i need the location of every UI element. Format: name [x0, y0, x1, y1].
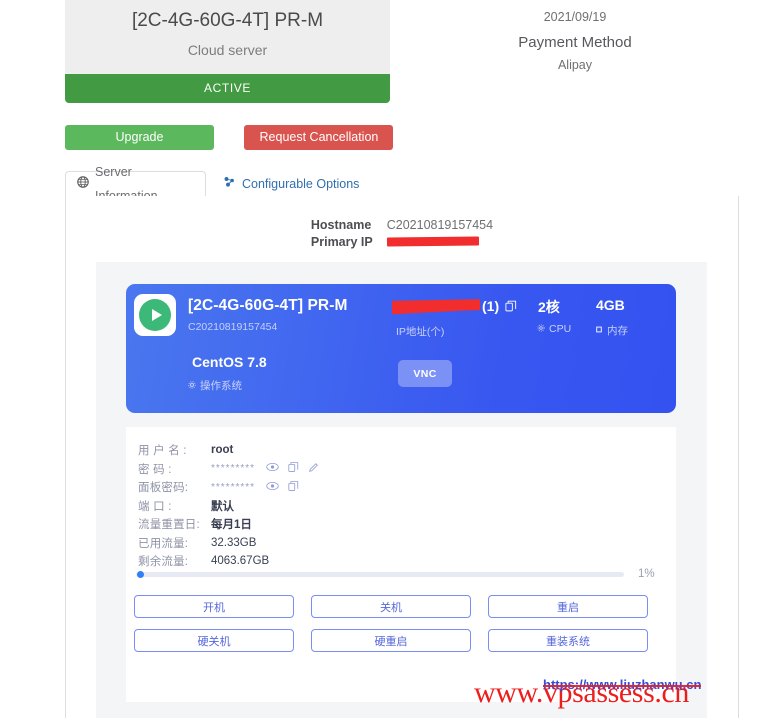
- traffic-progress-percent: 1%: [638, 568, 655, 580]
- tab-server-information[interactable]: Server Information: [65, 165, 206, 203]
- copy-icon[interactable]: [288, 461, 299, 476]
- reinstall-system-button[interactable]: 重装系统: [488, 629, 648, 652]
- tab-configurable-options-label: Configurable Options: [242, 177, 360, 191]
- server-card-memory-label-row: 内存: [595, 323, 628, 338]
- server-details-list: 用 户 名 : root 密 码 : ********* 面板密码: *****…: [138, 441, 319, 571]
- copy-ip-icon[interactable]: [505, 299, 517, 317]
- force-shutdown-button[interactable]: 硬关机: [134, 629, 294, 652]
- detail-panel-password-actions: [255, 480, 299, 495]
- eye-icon[interactable]: [266, 481, 279, 494]
- tab-bar: Server Information Configurable Options: [65, 165, 739, 203]
- detail-value-traffic-remaining: 4063.67GB: [211, 555, 270, 568]
- detail-value-panel-password: *********: [211, 481, 256, 493]
- product-type: Cloud server: [187, 42, 268, 58]
- server-card-cpu-label-row: CPU: [537, 323, 571, 335]
- detail-password-actions: [255, 461, 319, 476]
- service-detail-page: [2C-4G-60G-4T] PR-M Cloud server ACTIVE …: [0, 0, 780, 718]
- detail-label-username: 用 户 名 :: [138, 445, 187, 458]
- server-card-memory-value: 4GB: [596, 297, 625, 313]
- host-info-row-primary-ip: Primary IP: [311, 234, 493, 251]
- server-power-status: [134, 294, 176, 336]
- detail-row-traffic-reset-day: 流量重置日: 每月1日: [138, 515, 319, 534]
- detail-row-traffic-used: 已用流量: 32.33GB: [138, 534, 319, 553]
- power-on-button[interactable]: 开机: [134, 595, 294, 618]
- cpu-icon: [537, 323, 545, 335]
- server-card-os-label: 操作系统: [200, 380, 242, 392]
- memory-icon: [595, 325, 603, 337]
- server-information-panel: Hostname C20210819157454 Primary IP [2C-…: [65, 196, 739, 718]
- detail-value-port: 默认: [211, 500, 234, 513]
- server-card-memory-label: 内存: [607, 325, 628, 337]
- server-overview-card: [2C-4G-60G-4T] PR-M C20210819157454 Cent…: [126, 284, 676, 413]
- sliders-icon: [223, 172, 236, 196]
- detail-value-username: root: [211, 444, 234, 457]
- shutdown-button[interactable]: 关机: [311, 595, 471, 618]
- server-card-ip: (1): [394, 298, 499, 314]
- server-card-os-label-row: 操作系统: [188, 378, 242, 393]
- server-card-cpu-value: 2核: [538, 299, 560, 315]
- gear-icon: [188, 380, 196, 392]
- host-info-block: Hostname C20210819157454 Primary IP: [66, 217, 738, 251]
- server-details-card: 用 户 名 : root 密 码 : ********* 面板密码: *****…: [126, 427, 676, 702]
- hostname-value: C20210819157454: [386, 218, 494, 232]
- payment-method-label: Payment Method: [518, 34, 632, 51]
- server-console-region: [2C-4G-60G-4T] PR-M C20210819157454 Cent…: [96, 262, 707, 718]
- edit-icon[interactable]: [308, 462, 319, 476]
- server-card-ip-count: (1): [482, 298, 500, 314]
- next-due-date-value: 2021/09/19: [543, 10, 607, 24]
- eye-icon[interactable]: [266, 462, 279, 475]
- payment-method-value: Alipay: [557, 58, 593, 72]
- traffic-progress-handle[interactable]: [137, 570, 144, 578]
- primary-ip-label: Primary IP: [310, 235, 373, 249]
- server-card-subtitle: C20210819157454: [188, 321, 278, 333]
- service-actions: Upgrade Request Cancellation: [65, 125, 395, 150]
- detail-row-panel-password: 面板密码: *********: [138, 478, 319, 497]
- force-restart-button[interactable]: 硬重启: [311, 629, 471, 652]
- detail-label-traffic-remaining: 剩余流量:: [138, 556, 189, 569]
- detail-row-password: 密 码 : *********: [138, 460, 319, 479]
- detail-value-password: *********: [211, 463, 256, 475]
- detail-label-traffic-reset-day: 流量重置日:: [138, 519, 200, 532]
- detail-label-password: 密 码 :: [138, 463, 172, 476]
- detail-row-username: 用 户 名 : root: [138, 441, 319, 460]
- tab-configurable-options[interactable]: Configurable Options: [212, 171, 370, 197]
- detail-value-traffic-reset-day: 每月1日: [211, 519, 252, 532]
- primary-ip-value: [386, 234, 493, 251]
- traffic-progress-track: [136, 570, 624, 578]
- hostname-label: Hostname: [310, 218, 372, 232]
- detail-label-panel-password: 面板密码:: [138, 482, 189, 495]
- power-control-buttons: 开机 关机 重启 硬关机 硬重启 重装系统: [134, 595, 668, 652]
- server-card-ip-label: IP地址(个): [396, 326, 445, 338]
- detail-row-port: 端 口 : 默认: [138, 497, 319, 516]
- billing-summary: Next Due Date 2021/09/19 Payment Method …: [460, 0, 690, 80]
- copy-icon[interactable]: [288, 480, 299, 495]
- server-card-name: [2C-4G-60G-4T] PR-M: [188, 297, 348, 314]
- vnc-button[interactable]: VNC: [398, 360, 452, 387]
- product-summary-card: [2C-4G-60G-4T] PR-M Cloud server ACTIVE: [65, 0, 390, 103]
- detail-label-port: 端 口 :: [138, 500, 172, 513]
- detail-label-traffic-used: 已用流量:: [138, 537, 189, 550]
- server-card-os-value: CentOS 7.8: [192, 354, 267, 370]
- server-card-cpu-label: CPU: [549, 323, 572, 335]
- product-title: [2C-4G-60G-4T] PR-M: [131, 10, 324, 31]
- upgrade-button[interactable]: Upgrade: [65, 125, 214, 150]
- traffic-progress: 1%: [136, 568, 666, 580]
- request-cancellation-button[interactable]: Request Cancellation: [244, 125, 394, 150]
- product-summary-body: [2C-4G-60G-4T] PR-M Cloud server: [65, 0, 390, 74]
- status-badge: ACTIVE: [65, 74, 390, 103]
- detail-value-traffic-used: 32.33GB: [211, 536, 257, 549]
- play-icon: [139, 299, 171, 331]
- restart-button[interactable]: 重启: [488, 595, 648, 618]
- globe-icon: [77, 172, 89, 196]
- host-info-row-hostname: Hostname C20210819157454: [311, 217, 493, 234]
- primary-ip-redaction: [386, 236, 479, 247]
